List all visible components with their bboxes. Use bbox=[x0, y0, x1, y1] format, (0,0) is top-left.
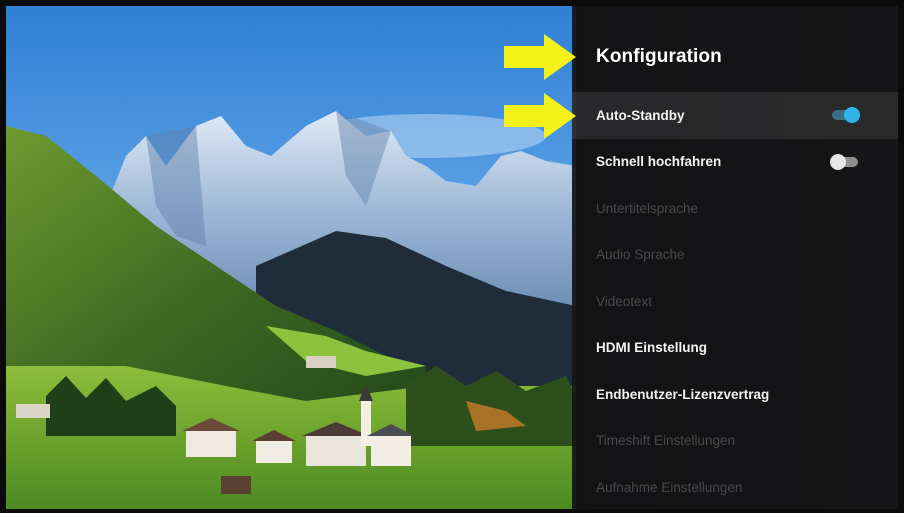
menu-item-label: Schnell hochfahren bbox=[596, 154, 722, 170]
auto-standby-toggle[interactable] bbox=[832, 107, 860, 124]
menu-item-timeshift-einstellungen: Timeshift Einstellungen bbox=[572, 418, 898, 465]
menu-item-label: Auto-Standby bbox=[596, 107, 685, 123]
arrow-right-icon bbox=[504, 34, 576, 80]
arrow-right-icon bbox=[504, 93, 576, 139]
settings-panel: Konfiguration Auto-Standby Schnell hochf… bbox=[572, 6, 898, 509]
toggle-knob bbox=[830, 153, 846, 170]
menu-item-hdmi-einstellung[interactable]: HDMI Einstellung bbox=[572, 325, 898, 372]
menu-item-lizenzvertrag[interactable]: Endbenutzer-Lizenzvertrag bbox=[572, 371, 898, 418]
tv-screen: Konfiguration Auto-Standby Schnell hochf… bbox=[6, 6, 898, 509]
menu-item-label: Aufnahme Einstellungen bbox=[596, 479, 743, 495]
landscape-wallpaper bbox=[6, 6, 576, 509]
menu-item-label: Endbenutzer-Lizenzvertrag bbox=[596, 386, 770, 402]
menu-item-label: Timeshift Einstellungen bbox=[596, 433, 736, 449]
menu-item-label: Videotext bbox=[596, 293, 653, 309]
menu-item-label: Audio Sprache bbox=[596, 247, 685, 263]
panel-title: Konfiguration bbox=[596, 46, 722, 67]
menu-item-label: HDMI Einstellung bbox=[596, 340, 707, 356]
menu-item-label: Untertitelsprache bbox=[596, 200, 699, 216]
menu-item-videotext: Videotext bbox=[572, 278, 898, 325]
settings-menu: Auto-Standby Schnell hochfahren Untertit… bbox=[572, 92, 898, 509]
menu-item-aufnahme-einstellungen: Aufnahme Einstellungen bbox=[572, 464, 898, 509]
menu-item-schnell-hochfahren[interactable]: Schnell hochfahren bbox=[572, 139, 898, 186]
schnell-hochfahren-toggle[interactable] bbox=[830, 153, 858, 170]
toggle-knob bbox=[844, 107, 860, 124]
menu-item-untertitelsprache: Untertitelsprache bbox=[572, 185, 898, 232]
menu-item-auto-standby[interactable]: Auto-Standby bbox=[572, 92, 898, 139]
menu-item-audio-sprache: Audio Sprache bbox=[572, 232, 898, 279]
